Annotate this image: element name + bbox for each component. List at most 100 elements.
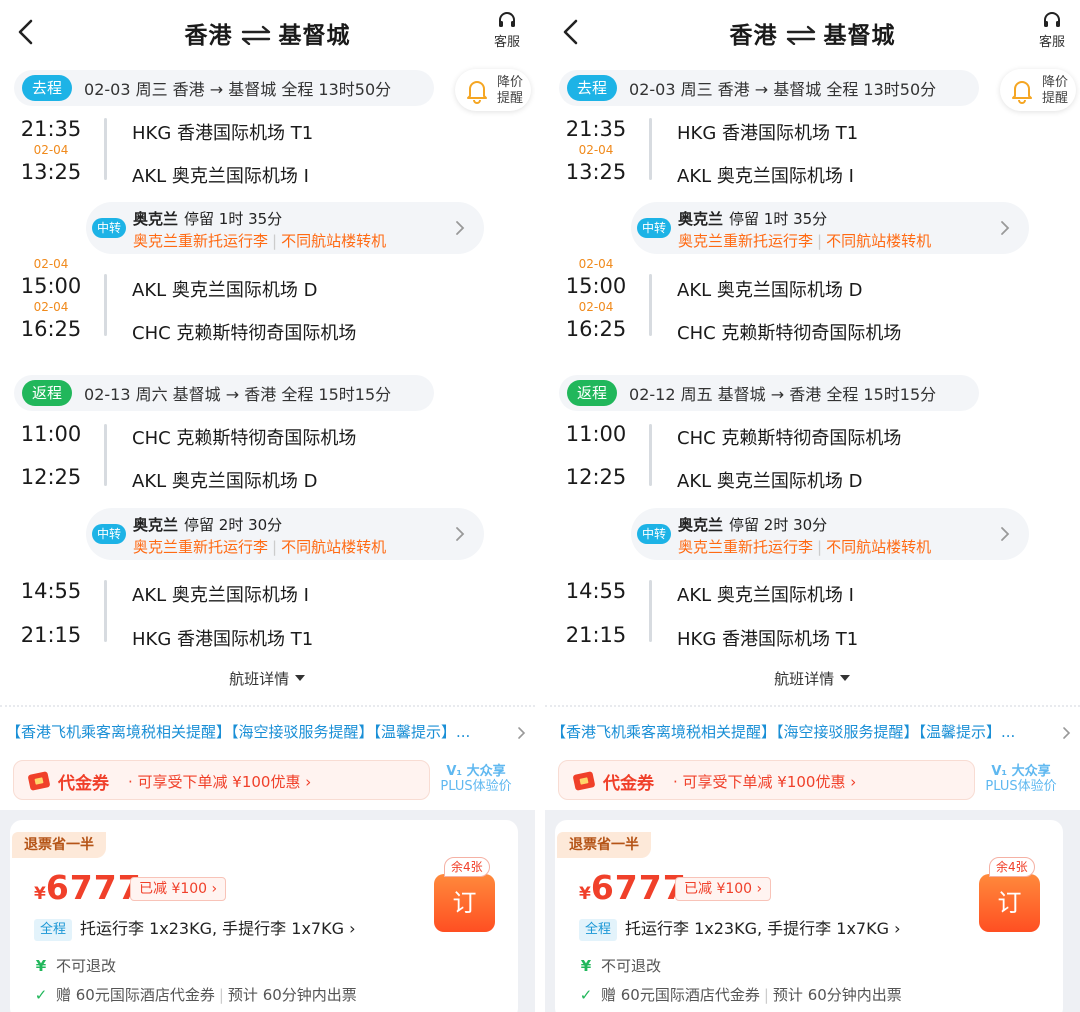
gift-text: 赠 60元国际酒店代金券 (56, 986, 215, 1004)
coupon-icon (573, 771, 595, 791)
flight-time: 21:15 (20, 623, 82, 647)
transfer-city: 奥克兰 (133, 210, 179, 228)
title-destination: 基督城 (278, 23, 351, 49)
order-button[interactable]: 订 (979, 874, 1040, 932)
flight-row: 12:25 AKL 奥克兰国际机场 D (545, 461, 1080, 495)
customer-service-button[interactable]: 客服 (1036, 10, 1068, 50)
title-origin: 香港 (729, 23, 778, 49)
transfer-city: 奥克兰 (133, 516, 179, 534)
airport-name: AKL 奥克兰国际机场 I (132, 585, 309, 606)
scope-tag: 全程 (34, 919, 73, 941)
transfer-info[interactable]: 中转 奥克兰 停留 1时 35分 奥克兰重新托运行李 | 不同航站楼转机 (86, 202, 484, 254)
outbound-segment-header: 去程 02-03 周三 香港 → 基督城 全程 13时50分 (559, 70, 979, 106)
order-button[interactable]: 订 (434, 874, 495, 932)
price-alert-line1: 降价 (497, 75, 524, 90)
transfer-note: 不同航站楼转机 (281, 232, 387, 250)
caret-down-icon (839, 675, 850, 681)
check-icon: ✓ (34, 986, 48, 1004)
price-alert-button[interactable]: 降价 提醒 (1000, 69, 1076, 111)
swap-arrows-icon (786, 25, 815, 45)
return-info: 02-12 周五 基督城 → 香港 全程 15时15分 (629, 385, 937, 404)
headset-icon (1044, 12, 1060, 27)
outbound-info: 02-03 周三 香港 → 基督城 全程 13时50分 (629, 80, 937, 99)
refund-rule: ¥ 不可退改 (579, 955, 661, 976)
price-currency: ¥ (579, 884, 591, 904)
transfer-stay: 停留 2时 30分 (729, 516, 828, 534)
airport-name: CHC 克赖斯特彻奇国际机场 (132, 323, 357, 344)
title-origin: 香港 (184, 23, 233, 49)
baggage-text: 托运行李 1x23KG, 手提行李 1x7KG › (625, 919, 901, 938)
airport-name: HKG 香港国际机场 T1 (132, 123, 314, 144)
flight-detail-toggle[interactable]: 航班详情 (0, 668, 535, 689)
plus-price-badge: V₁ 大众享 PLUS体验价 (981, 764, 1061, 794)
title-destination: 基督城 (823, 23, 896, 49)
service-label: 客服 (493, 35, 520, 50)
seats-left-badge: 余4张 (444, 857, 490, 877)
flight-row: 02-04 15:00 AKL 奥克兰国际机场 D (545, 257, 1080, 304)
airport-name: HKG 香港国际机场 T1 (677, 123, 859, 144)
flight-time: 14:55 (565, 579, 627, 603)
price-alert-line2: 提醒 (1042, 91, 1069, 106)
flight-time: 14:55 (20, 579, 82, 603)
seats-left-badge: 余4张 (989, 857, 1035, 877)
airport-name: AKL 奥克兰国际机场 D (677, 471, 863, 492)
coupon-title: 代金券 (58, 774, 109, 794)
customer-service-button[interactable]: 客服 (491, 10, 523, 50)
header: 香港 基督城 客服 (0, 0, 535, 66)
outbound-info: 02-03 周三 香港 → 基督城 全程 13时50分 (84, 80, 392, 99)
return-info: 02-13 周六 基督城 → 香港 全程 15时15分 (84, 385, 392, 404)
flight-detail-label: 航班详情 (774, 670, 835, 688)
return-tag: 返程 (567, 380, 618, 406)
flight-time: 12:25 (565, 465, 627, 489)
notice-text: 【香港飞机乘客离境税相关提醒】【海空接驳服务提醒】【温馨提示】... (6, 723, 471, 741)
transfer-note: 不同航站楼转机 (826, 232, 932, 250)
discount-badge[interactable]: 已减 ¥100 › (675, 877, 772, 901)
headset-icon (499, 12, 515, 27)
chevron-right-icon (518, 727, 526, 739)
transfer-note: 奥克兰重新托运行李 (133, 538, 269, 556)
price-alert-line1: 降价 (1042, 75, 1069, 90)
swap-arrows-icon (241, 25, 270, 45)
notice-bar[interactable]: 【香港飞机乘客离境税相关提醒】【海空接驳服务提醒】【温馨提示】... (6, 721, 531, 745)
scope-tag: 全程 (579, 919, 618, 941)
flight-row: 21:35 HKG 香港国际机场 T1 (0, 113, 535, 147)
airport-name: AKL 奥克兰国际机场 D (132, 471, 318, 492)
baggage-info[interactable]: 全程 托运行李 1x23KG, 手提行李 1x7KG › (579, 915, 900, 941)
coupon-desc: · 可享受下单减 ¥100优惠 › (128, 773, 312, 791)
airport-name: AKL 奥克兰国际机场 D (677, 280, 863, 301)
airport-name: AKL 奥克兰国际机场 D (132, 280, 318, 301)
notice-bar[interactable]: 【香港飞机乘客离境税相关提醒】【海空接驳服务提醒】【温馨提示】... (551, 721, 1076, 745)
transfer-note: 奥克兰重新托运行李 (678, 232, 814, 250)
transfer-stay: 停留 1时 35分 (729, 210, 828, 228)
coupon-banner[interactable]: 代金券 · 可享受下单减 ¥100优惠 › (558, 760, 975, 800)
transfer-note: 不同航站楼转机 (281, 538, 387, 556)
rule-text: 不可退改 (601, 957, 662, 975)
transfer-stay: 停留 2时 30分 (184, 516, 283, 534)
flight-row: 21:15 HKG 香港国际机场 T1 (545, 619, 1080, 653)
baggage-info[interactable]: 全程 托运行李 1x23KG, 手提行李 1x7KG › (34, 915, 355, 941)
transfer-note: 奥克兰重新托运行李 (678, 538, 814, 556)
arrival-date: 02-04 (33, 300, 69, 314)
discount-badge[interactable]: 已减 ¥100 › (130, 877, 227, 901)
transfer-info[interactable]: 中转 奥克兰 停留 2时 30分 奥克兰重新托运行李 | 不同航站楼转机 (86, 508, 484, 560)
return-segment-header: 返程 02-12 周五 基督城 → 香港 全程 15时15分 (559, 375, 979, 411)
price-alert-button[interactable]: 降价 提醒 (455, 69, 531, 111)
flight-row: 14:55 AKL 奥克兰国际机场 I (0, 575, 535, 609)
arrival-date: 02-04 (578, 143, 614, 157)
coupon-banner[interactable]: 代金券 · 可享受下单减 ¥100优惠 › (13, 760, 430, 800)
return-tag: 返程 (22, 380, 73, 406)
flight-row: 21:35 HKG 香港国际机场 T1 (545, 113, 1080, 147)
phone-screen: 香港 基督城 客服 去程 02-03 周三 香港 → 基督城 全程 13时50分 … (545, 0, 1080, 1012)
transfer-note: 不同航站楼转机 (826, 538, 932, 556)
flight-detail-label: 航班详情 (229, 670, 290, 688)
price: ¥6777 (34, 868, 142, 907)
notice-text: 【香港飞机乘客离境税相关提醒】【海空接驳服务提醒】【温馨提示】... (551, 723, 1016, 741)
transfer-info[interactable]: 中转 奥克兰 停留 1时 35分 奥克兰重新托运行李 | 不同航站楼转机 (631, 202, 1029, 254)
chevron-right-icon (1001, 221, 1010, 235)
transfer-info[interactable]: 中转 奥克兰 停留 2时 30分 奥克兰重新托运行李 | 不同航站楼转机 (631, 508, 1029, 560)
transfer-badge: 中转 (637, 524, 671, 544)
outbound-tag: 去程 (22, 75, 73, 101)
flight-detail-toggle[interactable]: 航班详情 (545, 668, 1080, 689)
departure-date: 02-04 (33, 257, 69, 271)
outbound-tag: 去程 (567, 75, 618, 101)
